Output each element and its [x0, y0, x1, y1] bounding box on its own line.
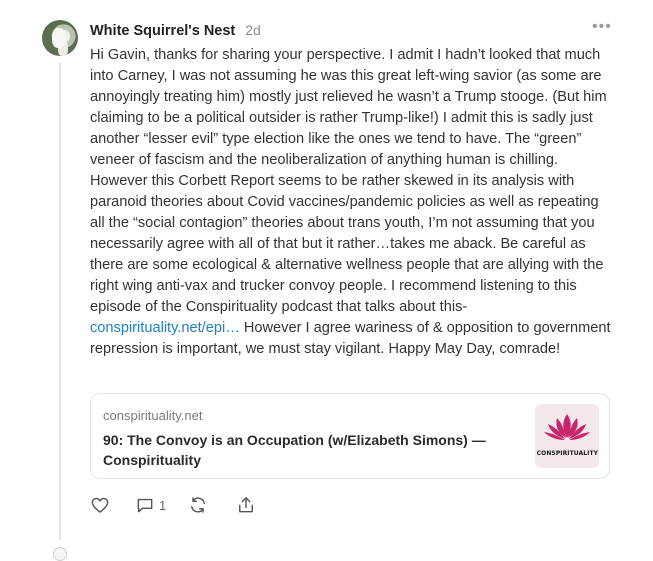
timestamp[interactable]: 2d [245, 22, 261, 38]
like-button[interactable] [90, 495, 110, 515]
link-thumbnail: CONSPIRITUALITY [535, 404, 599, 468]
comment-text-part1: Hi Gavin, thanks for sharing your perspe… [90, 47, 607, 315]
link-title: 90: The Convoy is an Occupation (w/Eliza… [103, 432, 486, 468]
comment-header: White Squirrel's Nest 2d [90, 22, 261, 40]
heart-icon [91, 497, 109, 513]
thread-line [59, 62, 61, 540]
comment-link[interactable]: conspirituality.net/epi… [90, 320, 240, 336]
restack-icon [191, 497, 206, 513]
avatar[interactable] [42, 20, 78, 56]
author-name[interactable]: White Squirrel's Nest [90, 23, 235, 39]
comment-icon [137, 498, 153, 513]
share-icon [239, 497, 254, 513]
thumbnail-logo-text: CONSPIRITUALITY [536, 449, 598, 457]
next-comment-avatar[interactable] [53, 547, 67, 561]
link-domain: conspirituality.net [103, 408, 203, 423]
share-button[interactable] [236, 495, 256, 515]
reply-count: 1 [159, 497, 167, 513]
action-bar: 1 [90, 494, 256, 516]
more-options-icon[interactable]: ••• [592, 19, 611, 36]
link-preview-card[interactable]: conspirituality.net 90: The Convoy is an… [90, 393, 610, 479]
lotus-logo-icon [544, 414, 590, 440]
comment-body: Hi Gavin, thanks for sharing your perspe… [90, 45, 615, 360]
reply-button[interactable]: 1 [135, 495, 166, 515]
restack-button[interactable] [188, 495, 208, 515]
